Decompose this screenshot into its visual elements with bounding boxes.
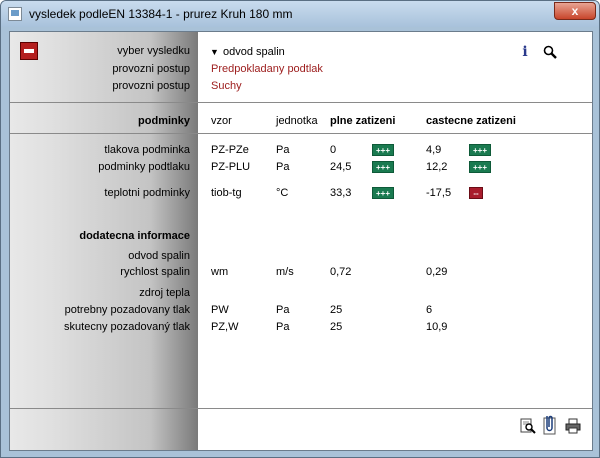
podminky-header: podminky (138, 115, 190, 127)
condition-castecne-value: 12,2 (426, 161, 448, 173)
result-window: vysledek podleEN 13384-1 - prurez Kruh 1… (0, 0, 600, 458)
castecne-status-badge: +++ (469, 144, 491, 156)
condition-unit: °C (276, 187, 289, 199)
divider (10, 408, 592, 409)
vyber-dropdown[interactable]: ▼ odvod spalin (210, 45, 510, 60)
castecne-header: castecne zatizeni (426, 115, 516, 127)
condition-vzor: tiob-tg (211, 187, 242, 199)
rychlost-unit: m/s (276, 266, 294, 278)
extra-title: dodatecna informace (79, 230, 190, 242)
condition-label: teplotni podminky (104, 187, 190, 199)
dropdown-arrow-icon: ▼ (210, 47, 219, 57)
castecne-status-badge: +++ (469, 161, 491, 173)
potrebny-vzor: PW (211, 304, 229, 316)
plne-header: plne zatizeni (330, 115, 396, 127)
postup2-label: provozni postup (112, 80, 190, 92)
skutecny-unit: Pa (276, 321, 290, 333)
potrebny-plne: 25 (330, 304, 343, 316)
castecne-status-badge: -- (469, 187, 483, 199)
rychlost-label: rychlost spalin (120, 266, 190, 278)
vzor-header: vzor (211, 115, 232, 127)
condition-plne-value: 33,3 (330, 187, 352, 199)
window-title: vysledek podleEN 13384-1 - prurez Kruh 1… (29, 7, 293, 21)
condition-castecne-value: -17,5 (426, 187, 452, 199)
divider (10, 102, 592, 103)
plne-status-badge: +++ (372, 161, 394, 173)
rychlost-plne: 0,72 (330, 266, 352, 278)
condition-label: podminky podtlaku (98, 161, 190, 173)
condition-vzor: PZ-PLU (211, 161, 251, 173)
title-bar[interactable]: vysledek podleEN 13384-1 - prurez Kruh 1… (1, 1, 599, 27)
rychlost-castecne: 0,29 (426, 266, 448, 278)
skutecny-vzor: PZ,W (211, 321, 239, 333)
condition-plne-value: 24,5 (330, 161, 352, 173)
potrebny-castecne: 6 (426, 304, 433, 316)
vyber-label: vyber vysledku (117, 45, 190, 57)
collapse-button[interactable] (20, 42, 38, 60)
zdroj-label: zdroj tepla (139, 287, 190, 299)
condition-label: tlakova podminka (104, 144, 190, 156)
skutecny-plne: 25 (330, 321, 343, 333)
content-panel: vyber vysledku ▼ odvod spalin i provozni… (9, 31, 593, 451)
odvod-label: odvod spalin (128, 250, 190, 262)
condition-castecne-value: 4,9 (426, 144, 442, 156)
postup1-label: provozni postup (112, 63, 190, 75)
divider (10, 133, 592, 134)
condition-unit: Pa (276, 144, 290, 156)
condition-vzor: PZ-PZe (211, 144, 249, 156)
postup1-value: Predpokladany podtlak (211, 63, 323, 75)
app-icon (8, 7, 22, 21)
skutecny-castecne: 10,9 (426, 321, 448, 333)
jednotka-header: jednotka (276, 115, 318, 127)
postup2-value: Suchy (211, 80, 242, 92)
info-icon[interactable]: i (518, 44, 532, 60)
plne-status-badge: +++ (372, 144, 394, 156)
condition-unit: Pa (276, 161, 290, 173)
skutecny-label: skutecny pozadovaný tlak (64, 321, 190, 333)
condition-plne-value: 0 (330, 144, 337, 156)
vyber-value: odvod spalin (223, 46, 285, 58)
potrebny-unit: Pa (276, 304, 290, 316)
plne-status-badge: +++ (372, 187, 394, 199)
paperclip-icon[interactable] (541, 414, 557, 436)
close-button[interactable]: x (554, 2, 596, 20)
potrebny-label: potrebny pozadovany tlak (64, 304, 190, 316)
search-icon[interactable] (543, 45, 557, 59)
print-preview-icon[interactable] (520, 418, 536, 434)
printer-icon[interactable] (565, 418, 581, 434)
rychlost-vzor: wm (211, 266, 229, 278)
